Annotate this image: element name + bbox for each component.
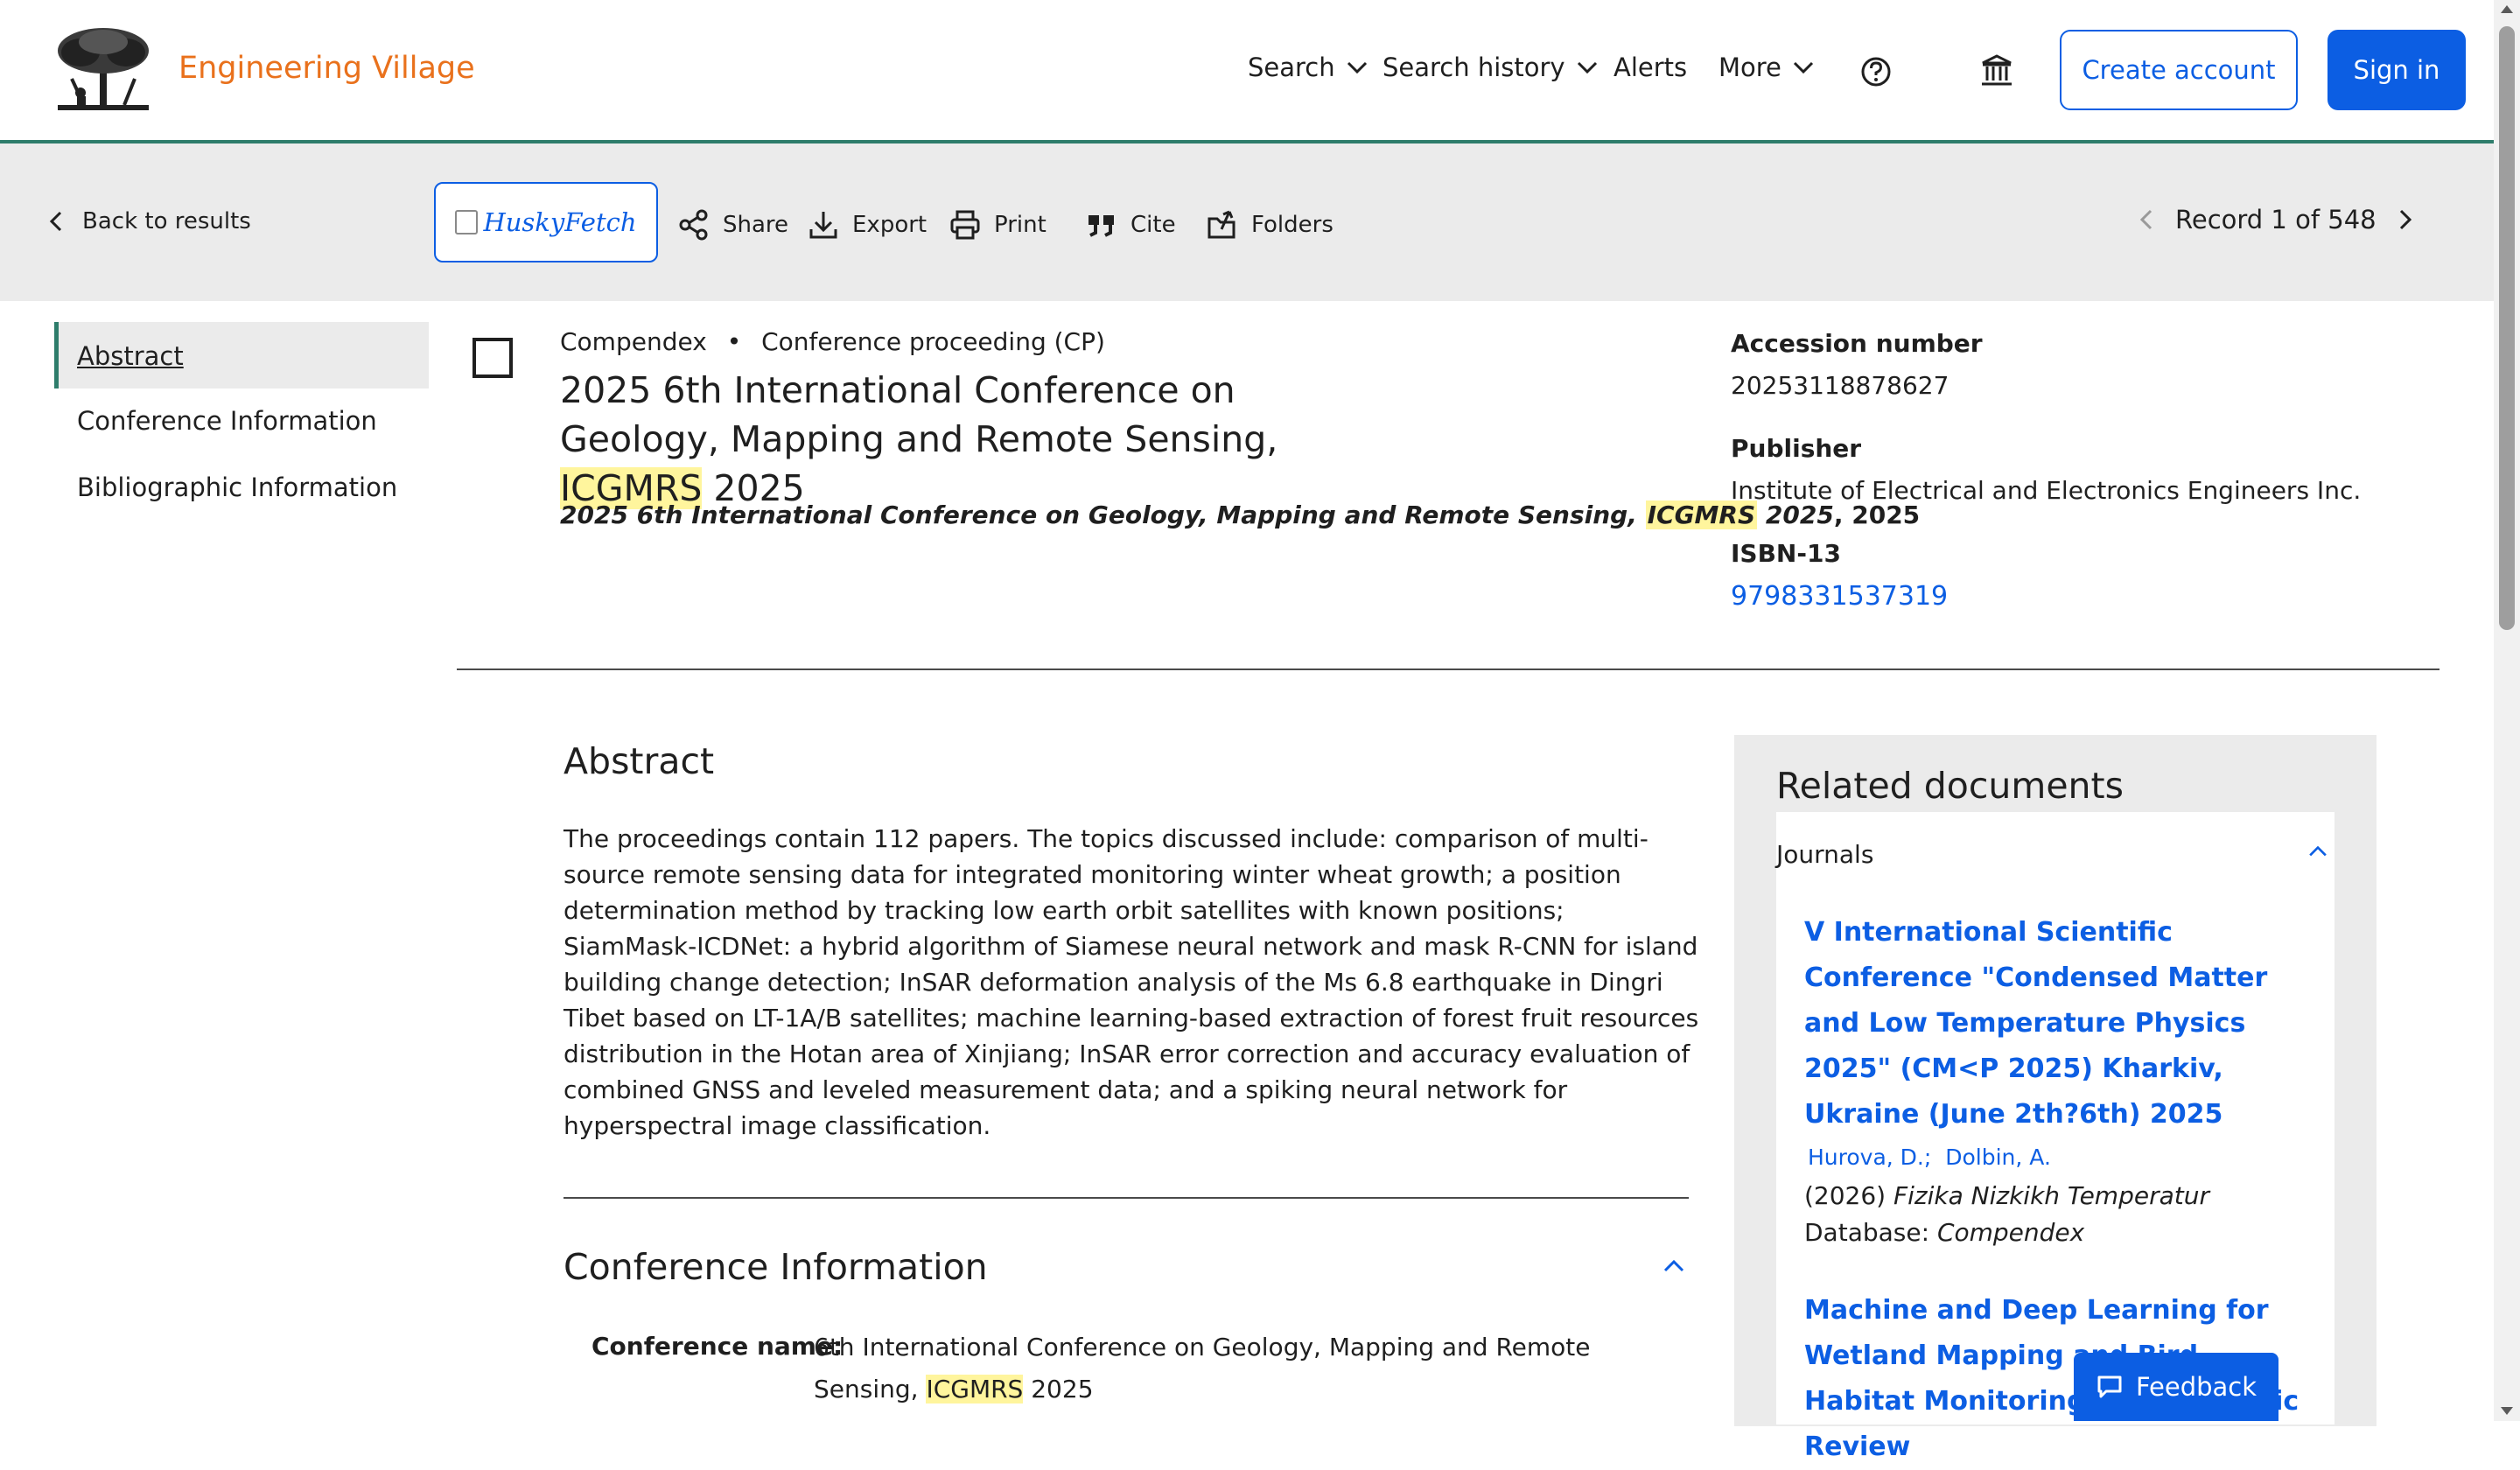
author-link[interactable]: Hurova, D.; (1808, 1144, 1931, 1170)
chat-icon (2097, 1376, 2122, 1398)
next-record-icon[interactable] (2394, 206, 2417, 233)
sign-in-button[interactable]: Sign in (2328, 30, 2466, 110)
back-to-results-link[interactable]: Back to results (44, 208, 251, 234)
database-label: Database: (1804, 1218, 1937, 1247)
record-title: 2025 6th International Conference on Geo… (560, 366, 1348, 513)
isbn-link[interactable]: 9798331537319 (1731, 581, 1948, 612)
source-text: 2025 6th International Conference on Geo… (560, 500, 1646, 529)
cite-label: Cite (1130, 212, 1176, 238)
journals-section-label[interactable]: Journals (1776, 840, 1873, 869)
author-link[interactable]: Dolbin, A. (1945, 1144, 2051, 1170)
related-doc-authors: Hurova, D.; Dolbin, A. (1808, 1144, 2051, 1170)
conference-name-text-end: 2025 (1023, 1375, 1094, 1404)
abstract-text: The proceedings contain 112 papers. The … (564, 824, 1699, 1140)
scroll-up-arrow[interactable] (2501, 5, 2513, 13)
sidebar-item-conference-information[interactable]: Conference Information (77, 406, 377, 436)
nav-more[interactable]: More (1718, 52, 1816, 82)
select-record-checkbox[interactable] (472, 338, 513, 378)
related-doc-journal: Fizika Nizkikh Temperatur (1894, 1181, 2209, 1210)
top-header: Engineering Village Search Search histor… (0, 0, 2494, 144)
broken-image-icon (455, 210, 479, 234)
related-doc-database: Database: Compendex (1804, 1218, 2084, 1247)
section-divider (457, 668, 2440, 670)
database-name: Compendex (560, 327, 707, 356)
meta-separator: • (726, 327, 742, 356)
section-divider (564, 1197, 1689, 1199)
huskyfetch-button[interactable]: HuskyFetch (434, 182, 658, 262)
record-counter: Record 1 of 548 (2175, 205, 2376, 234)
nav-search-history[interactable]: Search history (1382, 52, 1600, 82)
elsevier-tree-logo[interactable] (54, 26, 152, 114)
title-text: 2025 6th International Conference on Geo… (560, 369, 1278, 460)
collapse-journals-icon[interactable] (2305, 838, 2331, 864)
abstract-heading: Abstract (564, 740, 715, 782)
conference-name-highlight: ICGMRS (926, 1375, 1024, 1404)
cite-button[interactable]: Cite (1085, 208, 1176, 242)
publisher-value: Institute of Electrical and Electronics … (1731, 476, 2362, 505)
print-label: Print (994, 212, 1046, 238)
nav-search-history-label: Search history (1382, 52, 1565, 82)
feedback-button[interactable]: Feedback (2074, 1353, 2278, 1421)
record-toolbar: Back to results HuskyFetch Share Export … (0, 144, 2494, 301)
source-title: 2025 6th International Conference on Geo… (560, 500, 1920, 529)
record-navigator: Record 1 of 548 (2135, 205, 2417, 234)
nav-alerts-label: Alerts (1614, 52, 1688, 82)
conference-name-value: 6th International Conference on Geology,… (814, 1326, 1654, 1410)
accession-value: 20253118878627 (1731, 371, 1950, 400)
document-type: Conference proceeding (CP) (761, 327, 1105, 356)
scroll-down-arrow[interactable] (2501, 1407, 2513, 1415)
chevron-down-icon (1577, 61, 1597, 74)
export-button[interactable]: Export (807, 208, 927, 242)
quote-icon (1088, 215, 1114, 237)
related-doc-year: (2026) (1804, 1181, 1894, 1210)
accession-label: Accession number (1731, 329, 1983, 358)
related-documents-heading: Related documents (1776, 765, 2124, 807)
create-account-button[interactable]: Create account (2060, 30, 2298, 110)
database-value: Compendex (1936, 1218, 2085, 1247)
nav-search-label: Search (1248, 52, 1335, 82)
folders-button[interactable]: Folders (1206, 208, 1334, 242)
share-icon (679, 209, 708, 241)
related-doc-source: (2026) Fizika Nizkikh Temperatur (1804, 1181, 2209, 1210)
related-doc-link[interactable]: V International Scientific Conference "C… (1804, 910, 2312, 1138)
previous-record-icon[interactable] (2135, 206, 2158, 233)
sidebar-item-bibliographic-information[interactable]: Bibliographic Information (77, 472, 397, 502)
chevron-left-icon (49, 211, 62, 232)
publisher-label: Publisher (1731, 434, 1862, 463)
folders-label: Folders (1251, 212, 1334, 238)
conference-name-label: Conference name: (592, 1332, 844, 1361)
scrollbar-thumb[interactable] (2499, 26, 2515, 630)
nav-more-label: More (1718, 52, 1782, 82)
share-button[interactable]: Share (677, 208, 788, 242)
folder-add-icon (1208, 210, 1236, 239)
chevron-down-icon (1793, 61, 1813, 74)
help-icon[interactable] (1858, 54, 1894, 89)
download-icon (809, 212, 837, 239)
export-label: Export (852, 212, 928, 238)
collapse-conference-icon[interactable] (1659, 1251, 1689, 1281)
sidebar-item-abstract[interactable]: Abstract (77, 341, 184, 371)
conference-heading: Conference Information (564, 1246, 988, 1288)
share-label: Share (723, 212, 789, 238)
chevron-down-icon (1347, 61, 1367, 74)
nav-search[interactable]: Search (1248, 52, 1370, 82)
nav-alerts[interactable]: Alerts (1614, 52, 1687, 82)
record-meta: Compendex • Conference proceeding (CP) (560, 327, 1105, 356)
feedback-label: Feedback (2135, 1372, 2258, 1402)
institution-icon[interactable] (1979, 52, 2014, 89)
huskyfetch-label: HuskyFetch (483, 207, 637, 237)
back-to-results-label: Back to results (82, 208, 251, 234)
printer-icon (950, 210, 980, 240)
print-button[interactable]: Print (948, 208, 1046, 242)
isbn-label: ISBN-13 (1731, 539, 1841, 568)
brand-name[interactable]: Engineering Village (178, 51, 475, 86)
